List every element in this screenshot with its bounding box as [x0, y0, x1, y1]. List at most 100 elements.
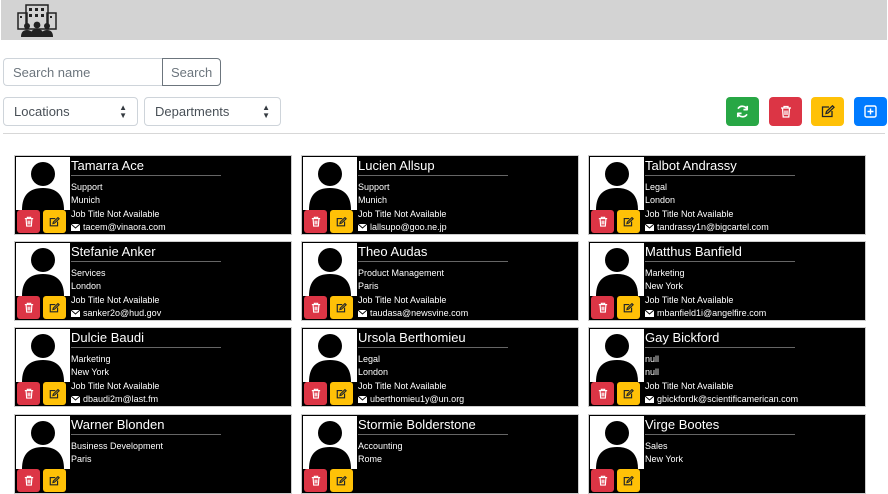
delete-button[interactable]: [769, 97, 802, 126]
avatar: [16, 416, 70, 469]
refresh-button[interactable]: [726, 97, 759, 126]
employee-location: Munich: [358, 195, 388, 205]
avatar: [303, 416, 357, 469]
edit-icon: [336, 475, 347, 485]
avatar: [590, 416, 644, 469]
employee-location: London: [71, 281, 102, 291]
delete-employee-button[interactable]: [304, 210, 327, 233]
edit-icon: [49, 388, 60, 398]
employee-email[interactable]: sanker2o@hud.gov: [83, 308, 161, 318]
trash-icon: [24, 388, 33, 399]
employee-department: Support: [358, 182, 390, 192]
employee-department: Legal: [358, 354, 381, 364]
departments-select[interactable]: Departments ▲ ▼: [144, 97, 281, 126]
departments-select-value: Departments: [155, 104, 230, 119]
delete-employee-button[interactable]: [17, 469, 40, 492]
employee-card: Ursola Berthomieu Legal London Job Title No…: [301, 327, 579, 407]
avatar: [16, 243, 70, 296]
edit-employee-button[interactable]: [43, 382, 66, 405]
delete-employee-button[interactable]: [591, 296, 614, 319]
delete-employee-button[interactable]: [17, 382, 40, 405]
employee-email[interactable]: mbanfield1i@angelfire.com: [657, 308, 766, 318]
employee-location: London: [645, 195, 676, 205]
edit-employee-button[interactable]: [43, 296, 66, 319]
employee-name: Stormie Bolderstone: [358, 417, 508, 435]
delete-employee-button[interactable]: [591, 469, 614, 492]
employee-email[interactable]: gbickfordk@scientificamerican.com: [657, 394, 798, 404]
search-button[interactable]: Search: [162, 58, 222, 86]
user-silhouette-icon: [22, 162, 64, 210]
locations-select[interactable]: Locations ▲ ▼: [3, 97, 138, 126]
delete-employee-button[interactable]: [17, 210, 40, 233]
employee-location: Munich: [71, 195, 101, 205]
employee-location: London: [358, 367, 389, 377]
delete-employee-button[interactable]: [304, 382, 327, 405]
trash-icon: [311, 302, 320, 313]
user-silhouette-icon: [22, 421, 64, 469]
delete-employee-button[interactable]: [17, 296, 40, 319]
user-silhouette-icon: [22, 248, 64, 296]
employee-department: Accounting: [358, 441, 403, 451]
delete-employee-button[interactable]: [591, 210, 614, 233]
employee-email[interactable]: uberthomieu1y@un.org: [370, 394, 464, 404]
user-silhouette-icon: [596, 334, 638, 382]
edit-icon: [336, 216, 347, 226]
employee-email-row: sanker2o@hud.gov: [71, 308, 161, 318]
edit-employee-button[interactable]: [617, 296, 640, 319]
edit-employee-button[interactable]: [43, 210, 66, 233]
edit-icon: [336, 388, 347, 398]
envelope-icon: [645, 309, 654, 317]
edit-icon: [49, 216, 60, 226]
avatar: [590, 157, 644, 210]
employee-email[interactable]: tacem@vinaora.com: [83, 222, 166, 232]
locations-select-value: Locations: [14, 104, 70, 119]
employee-email[interactable]: tandrassy1n@bigcartel.com: [657, 222, 769, 232]
add-employee-button[interactable]: [854, 97, 887, 126]
employee-name: Stefanie Anker: [71, 244, 221, 262]
delete-employee-button[interactable]: [304, 469, 327, 492]
employee-card: Matthus Banfield Marketing New York Job Tit…: [588, 241, 866, 321]
employee-department: Services: [71, 268, 106, 278]
edit-employee-button[interactable]: [617, 469, 640, 492]
employee-department: Product Management: [358, 268, 445, 278]
user-silhouette-icon: [596, 421, 638, 469]
employee-name: Talbot Andrassy: [645, 158, 795, 176]
edit-employee-button[interactable]: [330, 469, 353, 492]
trash-icon: [598, 475, 607, 486]
employee-name: Gay Bickford: [645, 330, 795, 348]
edit-employee-button[interactable]: [43, 469, 66, 492]
trash-icon: [24, 216, 33, 227]
employee-card: Lucien Allsup Support Munich Job Title Not …: [301, 155, 579, 235]
employee-location: New York: [645, 281, 684, 291]
employee-job-title: Job Title Not Available: [645, 295, 734, 305]
user-silhouette-icon: [309, 162, 351, 210]
avatar: [303, 157, 357, 210]
delete-employee-button[interactable]: [591, 382, 614, 405]
employee-department: Business Development: [71, 441, 164, 451]
employee-department: Sales: [645, 441, 668, 451]
trash-icon: [24, 475, 33, 486]
employee-name: Virge Bootes: [645, 417, 795, 435]
edit-employee-button[interactable]: [330, 382, 353, 405]
edit-icon: [623, 475, 634, 485]
envelope-icon: [645, 395, 654, 403]
employee-card: Talbot Andrassy Legal London Job Title Not …: [588, 155, 866, 235]
employee-email-row: lallsupo@goo.ne.jp: [358, 222, 447, 232]
sort-caret-icon: ▲ ▼: [119, 102, 127, 120]
delete-employee-button[interactable]: [304, 296, 327, 319]
edit-employee-button[interactable]: [617, 382, 640, 405]
employee-email[interactable]: dbaudi2m@last.fm: [83, 394, 158, 404]
employee-email-row: tandrassy1n@bigcartel.com: [645, 222, 769, 232]
employee-email[interactable]: lallsupo@goo.ne.jp: [370, 222, 447, 232]
edit-employee-button[interactable]: [617, 210, 640, 233]
employee-location: New York: [71, 367, 110, 377]
employee-location: null: [645, 367, 660, 377]
search-input[interactable]: [3, 58, 162, 86]
employee-email-row: uberthomieu1y@un.org: [358, 394, 464, 404]
trash-icon: [598, 302, 607, 313]
employee-email[interactable]: taudasa@newsvine.com: [370, 308, 468, 318]
edit-button[interactable]: [811, 97, 844, 126]
edit-employee-button[interactable]: [330, 296, 353, 319]
employee-name: Matthus Banfield: [645, 244, 795, 262]
edit-employee-button[interactable]: [330, 210, 353, 233]
